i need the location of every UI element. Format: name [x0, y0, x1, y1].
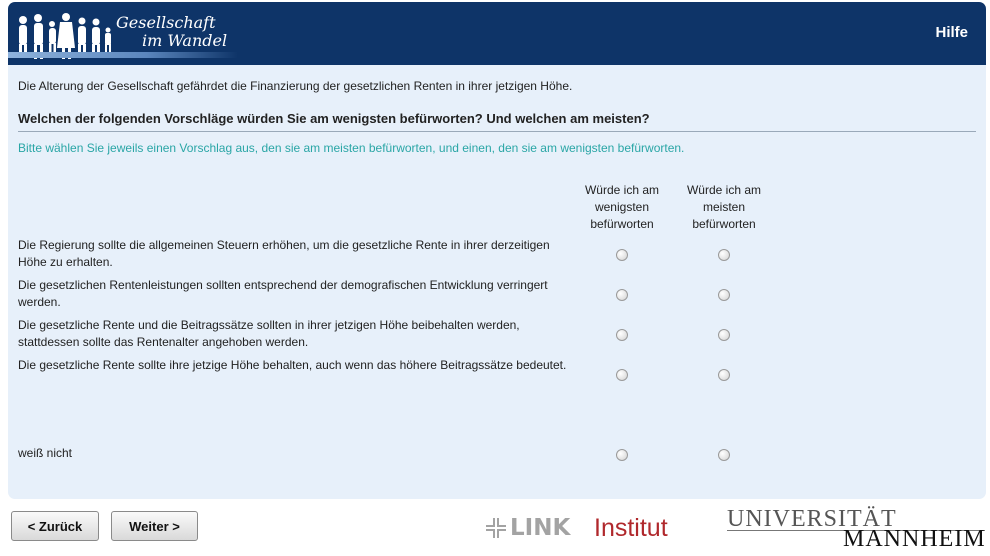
next-button[interactable]: Weiter >: [111, 511, 198, 541]
radio-least-option-2[interactable]: [616, 289, 628, 301]
back-button[interactable]: < Zurück: [11, 511, 99, 541]
link-logo-bold: LINK: [510, 515, 571, 541]
option-label-dont-know: weiß nicht: [18, 446, 73, 460]
uni-logo-line-2: MANNHEIM: [843, 526, 986, 552]
intro-text: Die Alterung der Gesellschaft gefährdet …: [18, 79, 573, 93]
link-cross-icon: [486, 518, 506, 538]
radio-most-option-3[interactable]: [718, 329, 730, 341]
link-logo-institut: Institut: [594, 514, 668, 542]
radio-least-option-3[interactable]: [616, 329, 628, 341]
survey-panel: Die Alterung der Gesellschaft gefährdet …: [8, 65, 986, 499]
question-divider: [18, 131, 976, 132]
option-label-1: Die Regierung sollte die allgemeinen Ste…: [18, 238, 550, 269]
radio-least-dont-know[interactable]: [616, 449, 628, 461]
option-label-2: Die gesetzlichen Rentenleistungen sollte…: [18, 278, 548, 309]
option-label-3: Die gesetzliche Rente und die Beitragssä…: [18, 318, 520, 349]
site-logo-text: Gesellschaft im Wandel: [116, 14, 227, 50]
column-header-most: Würde ich am meisten befürworten: [686, 183, 762, 231]
instruction-hint: Bitte wählen Sie jeweils einen Vorschlag…: [18, 141, 685, 155]
question-title: Welchen der folgenden Vorschläge würden …: [18, 111, 650, 126]
logo-underline: [8, 52, 238, 58]
logo-line-2: im Wandel: [142, 31, 228, 50]
logo-line-1: Gesellschaft: [116, 13, 216, 32]
university-mannheim-logo: UNIVERSITÄT MANNHEIM: [727, 506, 987, 552]
column-header-least: Würde ich am wenigsten befürworten: [584, 183, 660, 231]
radio-most-dont-know[interactable]: [718, 449, 730, 461]
radio-least-option-4[interactable]: [616, 369, 628, 381]
radio-least-option-1[interactable]: [616, 249, 628, 261]
option-label-4: Die gesetzliche Rente sollte ihre jetzig…: [18, 358, 567, 372]
radio-most-option-1[interactable]: [718, 249, 730, 261]
help-link[interactable]: Hilfe: [935, 24, 968, 41]
radio-most-option-4[interactable]: [718, 369, 730, 381]
radio-most-option-2[interactable]: [718, 289, 730, 301]
header-bar: Gesellschaft im Wandel Hilfe: [8, 2, 986, 65]
